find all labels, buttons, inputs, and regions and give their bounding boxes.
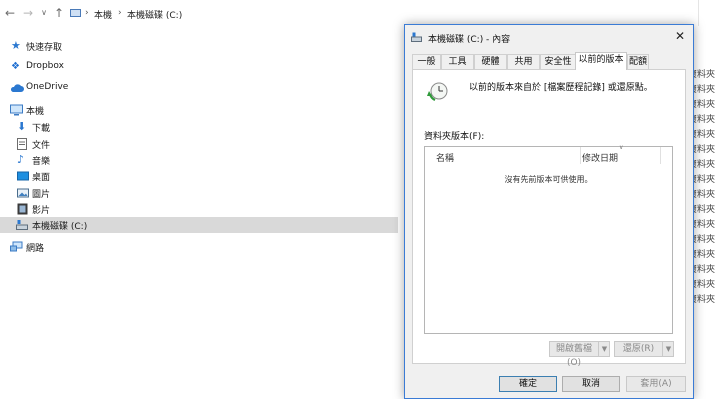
nav-item-label: 下載 bbox=[32, 124, 51, 134]
clock-restore-icon bbox=[427, 80, 449, 102]
tab-general[interactable]: 一般 bbox=[412, 54, 441, 69]
nav-item-quick-access[interactable]: ★ 快速存取 bbox=[0, 38, 398, 54]
breadcrumb-item[interactable]: 本機磁碟 (C:) bbox=[127, 8, 182, 21]
nav-item-label: 圖片 bbox=[32, 190, 51, 200]
nav-item-local-disk-c[interactable]: 本機磁碟 (C:) bbox=[0, 217, 398, 233]
empty-message: 沒有先前版本可供使用。 bbox=[504, 175, 593, 184]
download-icon: ⬇ bbox=[17, 120, 27, 133]
folder-versions-label: 資料夾版本(F): bbox=[424, 132, 485, 142]
sort-caret-icon: ∨ bbox=[619, 144, 624, 151]
this-pc-icon bbox=[70, 9, 81, 17]
dropbox-icon: ❖ bbox=[11, 61, 20, 72]
tab-tools[interactable]: 工具 bbox=[441, 54, 474, 69]
music-icon: ♪ bbox=[17, 153, 25, 166]
restore-button-label: 還原(R) bbox=[622, 344, 655, 354]
nav-item-label: 網路 bbox=[26, 244, 45, 254]
star-icon: ★ bbox=[11, 39, 21, 52]
drive-icon bbox=[411, 32, 422, 42]
column-header-name[interactable]: 名稱 bbox=[436, 151, 454, 164]
breadcrumb-item[interactable]: 本機 bbox=[94, 8, 112, 21]
nav-item-label: Dropbox bbox=[26, 61, 64, 71]
apply-button[interactable]: 套用(A) bbox=[626, 376, 686, 392]
nav-item-dropbox[interactable]: ❖ Dropbox bbox=[0, 59, 398, 75]
nav-item-desktop[interactable]: 桌面 bbox=[0, 168, 398, 184]
nav-item-pictures[interactable]: 圖片 bbox=[0, 185, 398, 201]
nav-item-label: OneDrive bbox=[26, 82, 69, 92]
breadcrumb-separator-icon: › bbox=[118, 8, 122, 18]
drive-icon bbox=[16, 219, 28, 231]
close-icon[interactable]: ✕ bbox=[673, 29, 687, 43]
nav-item-onedrive[interactable]: OneDrive bbox=[0, 80, 398, 96]
nav-item-label: 快速存取 bbox=[26, 43, 63, 53]
nav-item-downloads[interactable]: ⬇ 下載 bbox=[0, 119, 398, 135]
address-bar-edge bbox=[698, 0, 720, 26]
up-arrow-icon[interactable]: ↑ bbox=[52, 6, 66, 20]
nav-item-label: 本機 bbox=[26, 107, 45, 117]
tab-hardware[interactable]: 硬體 bbox=[474, 54, 507, 69]
nav-item-label: 桌面 bbox=[32, 173, 51, 183]
properties-dialog: 本機磁碟 (C:) - 內容 ✕ 一般 工具 硬體 共用 安全性 以前的版本 配… bbox=[404, 24, 694, 399]
network-icon bbox=[10, 241, 23, 253]
tab-sharing[interactable]: 共用 bbox=[507, 54, 540, 69]
info-text: 以前的版本來自於 [檔案歷程記錄] 或還原點。 bbox=[469, 83, 653, 93]
recent-chevron-icon[interactable]: ∨ bbox=[37, 6, 51, 20]
address-bar: ← → ∨ ↑ › 本機 › 本機磁碟 (C:) bbox=[0, 0, 720, 26]
nav-item-label: 影片 bbox=[32, 206, 51, 216]
breadcrumb-separator-icon: › bbox=[85, 8, 89, 18]
open-button[interactable]: 開啟舊檔(O) ▼ bbox=[549, 341, 610, 368]
forward-arrow-icon[interactable]: → bbox=[21, 6, 35, 20]
video-icon bbox=[17, 203, 29, 215]
column-divider[interactable] bbox=[580, 147, 581, 164]
document-icon bbox=[17, 138, 29, 150]
nav-item-label: 本機磁碟 (C:) bbox=[32, 222, 88, 232]
dialog-title: 本機磁碟 (C:) - 內容 bbox=[428, 35, 511, 45]
column-header-modified-date[interactable]: 修改日期 bbox=[582, 151, 618, 164]
nav-item-network[interactable]: 網路 bbox=[0, 239, 398, 255]
tab-quota[interactable]: 配額 bbox=[627, 54, 649, 69]
nav-item-this-pc[interactable]: 本機 bbox=[0, 102, 398, 118]
nav-item-label: 音樂 bbox=[32, 157, 51, 167]
nav-item-videos[interactable]: 影片 bbox=[0, 201, 398, 217]
computer-icon bbox=[10, 104, 23, 116]
cloud-icon bbox=[10, 82, 24, 94]
versions-list[interactable]: 名稱 修改日期 ∨ 沒有先前版本可供使用。 bbox=[424, 144, 673, 334]
nav-item-label: 文件 bbox=[32, 141, 51, 151]
open-button-label: 開啟舊檔(O) bbox=[555, 344, 592, 368]
nav-item-documents[interactable]: 文件 bbox=[0, 136, 398, 152]
pictures-icon bbox=[17, 187, 29, 199]
restore-button[interactable]: 還原(R) ▼ bbox=[614, 341, 674, 357]
chevron-down-icon[interactable]: ▼ bbox=[598, 342, 610, 356]
cancel-button[interactable]: 取消 bbox=[562, 376, 620, 392]
chevron-down-icon[interactable]: ▼ bbox=[662, 342, 674, 356]
back-arrow-icon[interactable]: ← bbox=[3, 6, 17, 20]
desktop-icon bbox=[17, 170, 29, 182]
nav-item-music[interactable]: ♪ 音樂 bbox=[0, 152, 398, 168]
column-divider[interactable] bbox=[660, 147, 661, 164]
tab-previous-versions[interactable]: 以前的版本 bbox=[575, 52, 627, 70]
tab-security[interactable]: 安全性 bbox=[540, 54, 576, 69]
ok-button[interactable]: 確定 bbox=[499, 376, 557, 392]
